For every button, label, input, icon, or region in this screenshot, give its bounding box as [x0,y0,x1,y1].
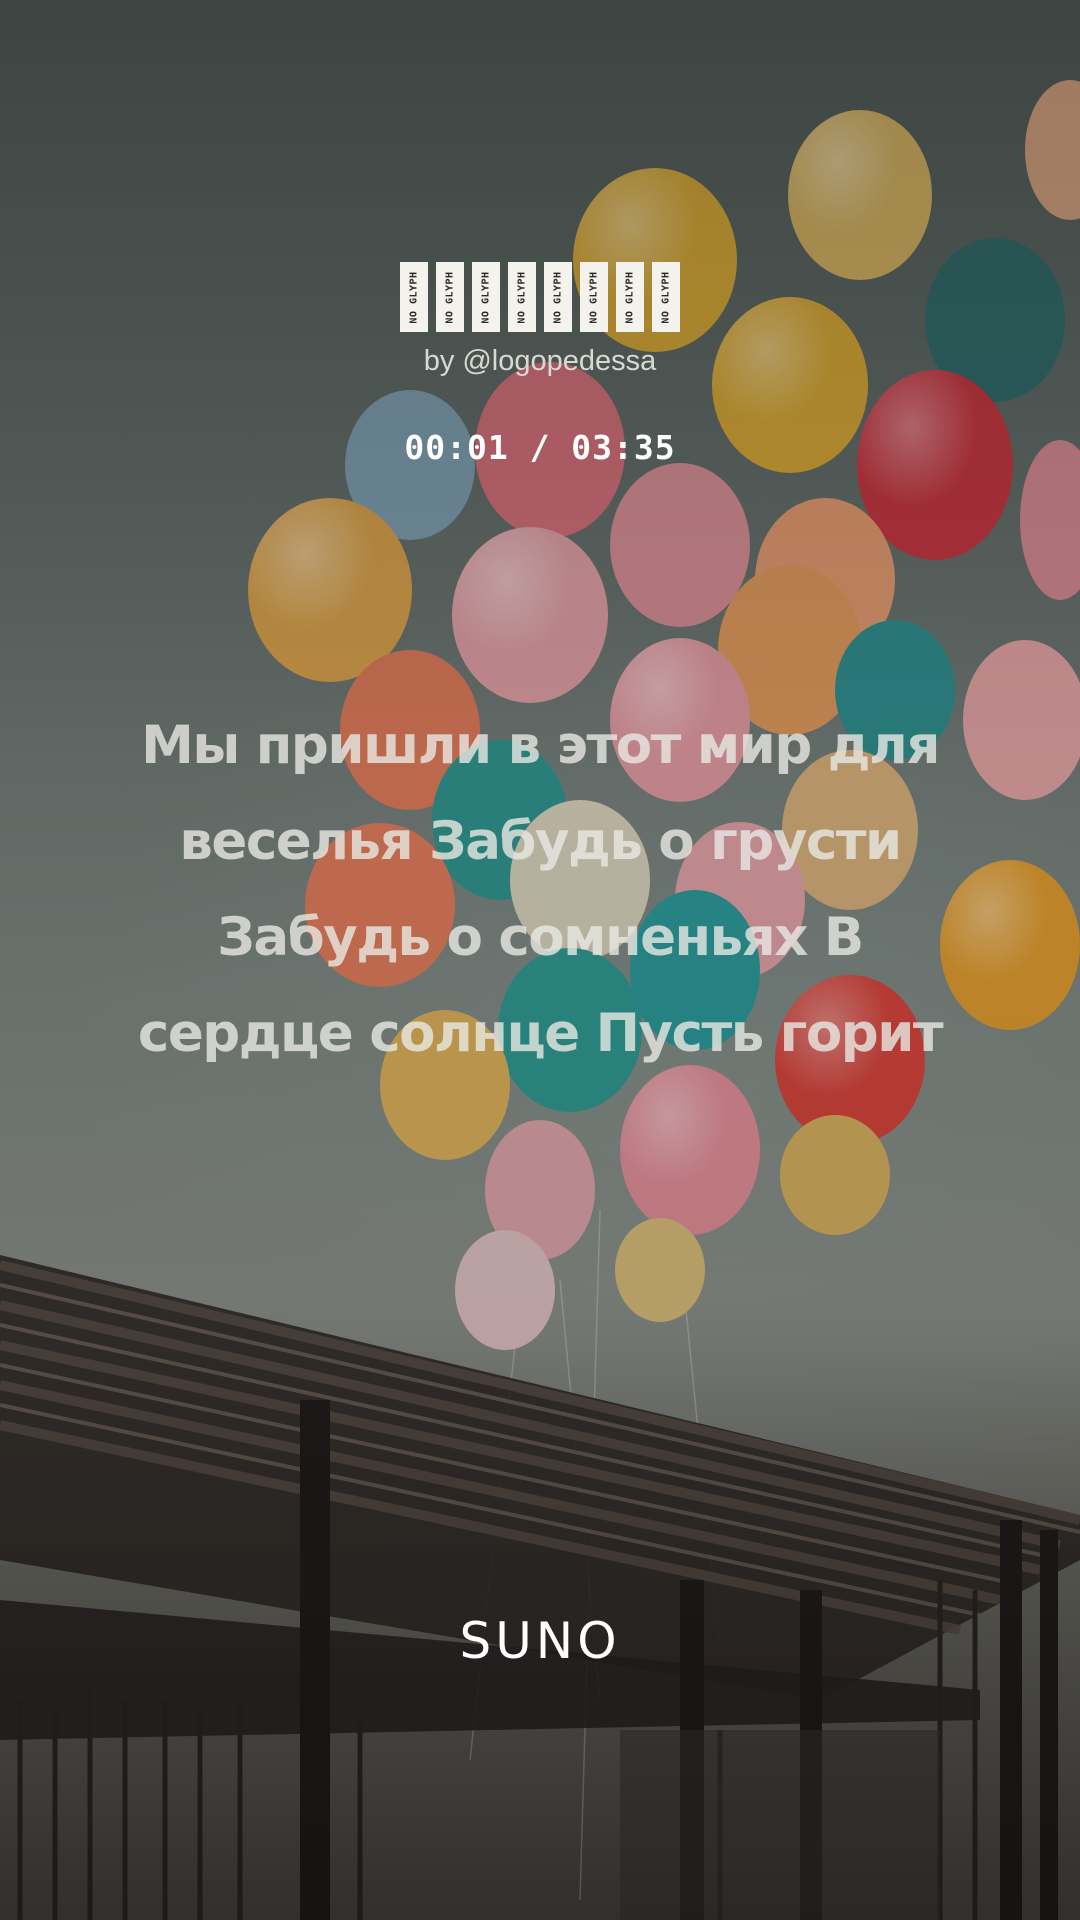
title-glyph: NO GLYPH [508,262,536,332]
video-frame: NO GLYPH NO GLYPH NO GLYPH NO GLYPH NO G… [0,0,1080,1920]
title-glyph: NO GLYPH [472,262,500,332]
playback-timecode: 00:01 / 03:35 [404,428,676,467]
title-glyph: NO GLYPH [652,262,680,332]
title-glyph: NO GLYPH [616,262,644,332]
song-title: NO GLYPH NO GLYPH NO GLYPH NO GLYPH NO G… [0,262,1080,332]
title-glyph: NO GLYPH [580,262,608,332]
lyric-line: сердце солнце Пусть горит [137,1003,944,1064]
lyric-line: Мы пришли в этот мир для [141,715,940,776]
lyrics-block: Мы пришли в этот мир для веселья Забудь … [90,698,990,1082]
title-glyph: NO GLYPH [400,262,428,332]
title-glyph: NO GLYPH [436,262,464,332]
lyric-line: Забудь о сомненьях В [217,907,864,968]
suno-logo: SUNO [459,1612,621,1670]
title-glyph: NO GLYPH [544,262,572,332]
lyric-line: веселья Забудь о грусти [179,811,902,872]
artist-credit: by @logopedessa [423,345,657,377]
